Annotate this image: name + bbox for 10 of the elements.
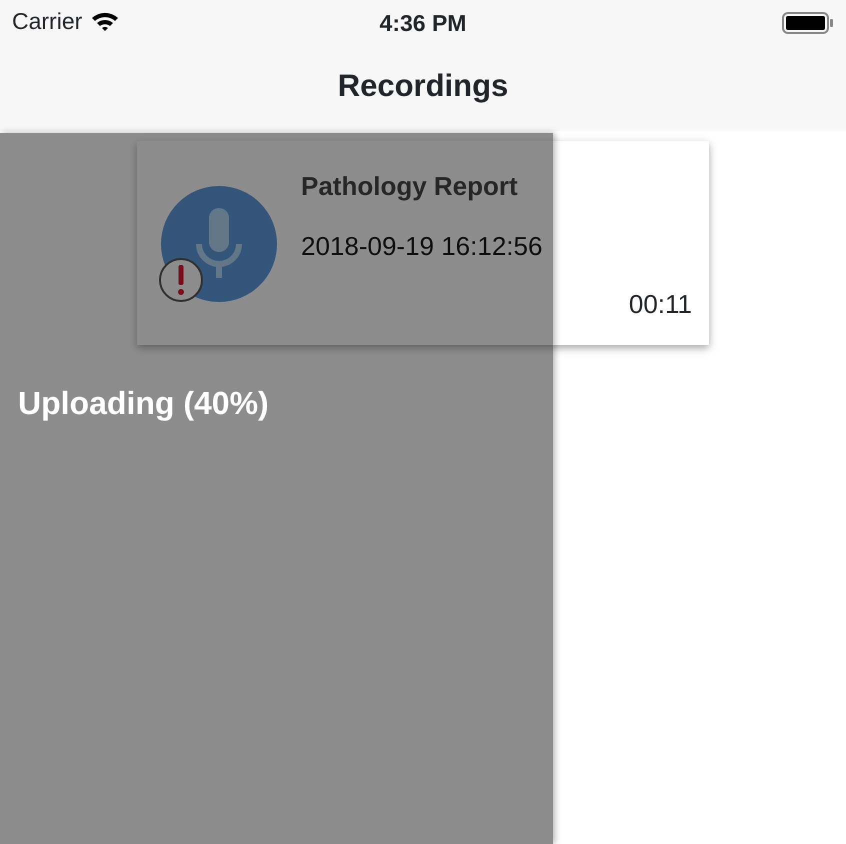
clock-time: 4:36 PM [380,9,466,38]
recording-date: 2018-09-19 16:12:56 [301,230,542,263]
carrier-label: Carrier [12,6,82,36]
battery-icon [782,12,834,34]
wifi-icon [90,10,120,32]
nav-title: Recordings [338,67,508,106]
recording-title: Pathology Report [301,170,518,203]
recording-duration: 00:11 [628,288,692,321]
recording-card[interactable]: Pathology Report 2018-09-19 16:12:56 00:11 [137,141,709,345]
upload-status: Uploading (40%) [18,384,269,423]
